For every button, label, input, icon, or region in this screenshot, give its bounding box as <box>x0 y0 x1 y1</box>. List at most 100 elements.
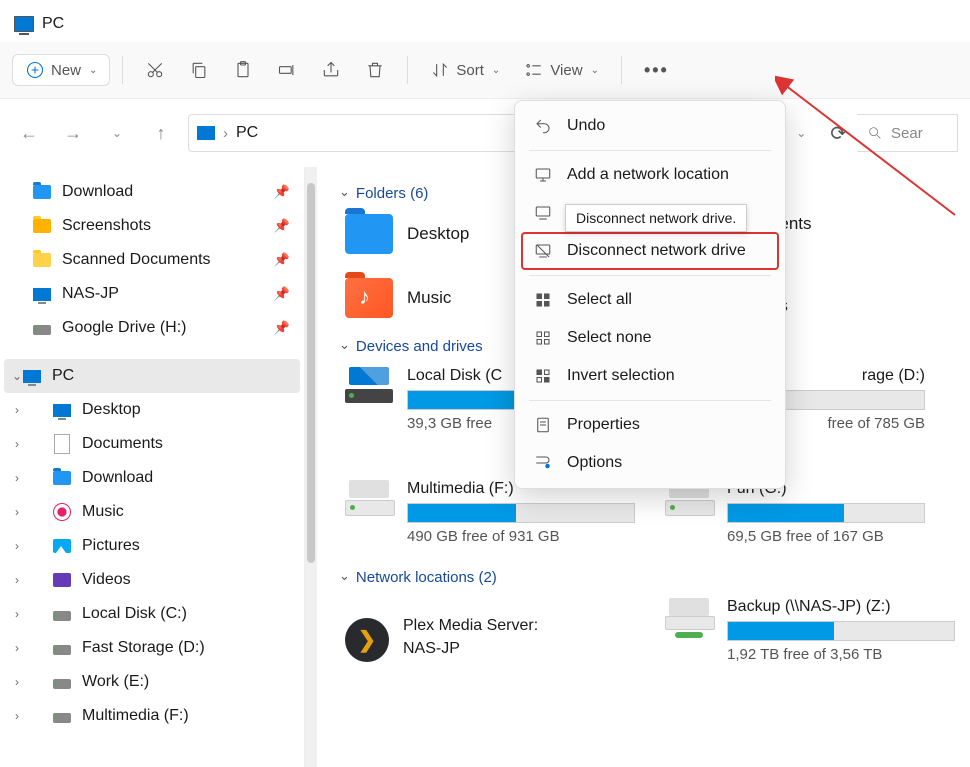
menu-label: Select none <box>567 329 652 347</box>
sidebar-item-pictures[interactable]: ›Pictures <box>4 529 300 563</box>
menu-label: Undo <box>567 117 605 135</box>
menu-disconnect-network-drive[interactable]: Disconnect network drive <box>521 232 779 270</box>
monitor-plus-icon <box>533 165 553 185</box>
properties-icon <box>533 415 553 435</box>
menu-select-all[interactable]: Select all <box>521 281 779 319</box>
search-box[interactable]: Sear <box>857 114 958 152</box>
paste-button[interactable] <box>223 54 263 86</box>
group-network[interactable]: Network locations (2) <box>339 569 962 586</box>
sidebar-item-label: Download <box>82 469 153 487</box>
more-icon: ••• <box>644 60 669 81</box>
chevron-right-icon[interactable]: › <box>10 641 24 655</box>
rename-button[interactable] <box>267 54 307 86</box>
nav-history-button[interactable]: ⌄ <box>100 126 134 140</box>
sidebar-item-label: Fast Storage (D:) <box>82 639 205 657</box>
nav-forward-button[interactable]: → <box>56 123 90 144</box>
more-button[interactable]: ••• <box>634 54 679 87</box>
plus-circle-icon <box>25 60 45 80</box>
chevron-right-icon[interactable]: › <box>10 403 24 417</box>
chevron-down-icon[interactable]: ⌄ <box>10 369 24 383</box>
sidebar-item-documents[interactable]: ›Documents <box>4 427 300 461</box>
drive-free-text: 490 GB free of 931 GB <box>407 528 635 545</box>
pin-icon: 📌 <box>274 320 290 336</box>
chevron-right-icon[interactable]: › <box>10 675 24 689</box>
invert-selection-icon <box>533 366 553 386</box>
drive-icon <box>53 611 71 621</box>
chevron-right-icon[interactable]: › <box>10 437 24 451</box>
sidebar-item-google-drive[interactable]: Google Drive (H:)📌 <box>4 311 300 345</box>
trash-icon <box>365 60 385 80</box>
folder-music[interactable]: Music <box>345 278 469 318</box>
menu-invert-selection[interactable]: Invert selection <box>521 357 779 395</box>
address-row: ← → ⌄ ↑ › PC ⌄ ⟳ Sear <box>0 98 970 167</box>
drive-icon <box>33 325 51 335</box>
pictures-icon <box>53 539 71 553</box>
cut-button[interactable] <box>135 54 175 86</box>
nav-up-button[interactable]: ↑ <box>144 123 178 144</box>
new-button[interactable]: New ⌄ <box>12 54 110 86</box>
sidebar-item-multimedia-f[interactable]: ›Multimedia (F:) <box>4 699 300 733</box>
select-all-icon <box>533 290 553 310</box>
sidebar-item-nas-jp[interactable]: NAS-JP📌 <box>4 277 300 311</box>
sidebar-item-desktop[interactable]: ›Desktop <box>4 393 300 427</box>
chevron-right-icon[interactable]: › <box>10 505 24 519</box>
refresh-button[interactable]: ⟳ <box>830 121 847 146</box>
pin-icon: 📌 <box>274 218 290 234</box>
chevron-right-icon[interactable]: › <box>10 573 24 587</box>
chevron-right-icon[interactable]: › <box>10 471 24 485</box>
chevron-right-icon[interactable]: › <box>10 709 24 723</box>
drive-multimedia-f[interactable]: Multimedia (F:)490 GB free of 931 GB <box>345 480 635 545</box>
sidebar-item-local-disk-c[interactable]: › Local Disk (C:) <box>4 597 300 631</box>
network-backup-z[interactable]: Backup (\\NAS-JP) (Z:)1,92 TB free of 3,… <box>665 598 955 663</box>
chevron-right-icon[interactable]: › <box>10 539 24 553</box>
sidebar-item-scanned-documents[interactable]: Scanned Documents📌 <box>4 243 300 277</box>
sidebar-item-screenshots[interactable]: Screenshots📌 <box>4 209 300 243</box>
menu-options[interactable]: Options <box>521 444 779 482</box>
sidebar-item-work-e[interactable]: › Work (E:) <box>4 665 300 699</box>
view-button[interactable]: View ⌄ <box>514 54 609 86</box>
nav-back-button[interactable]: ← <box>12 123 46 144</box>
network-name-line1: Plex Media Server: <box>403 617 538 635</box>
music-folder-icon <box>345 278 393 318</box>
body: Download📌 Screenshots📌 Scanned Documents… <box>0 167 970 767</box>
delete-button[interactable] <box>355 54 395 86</box>
title-bar: PC <box>0 0 970 42</box>
sidebar-item-download[interactable]: Download📌 <box>4 175 300 209</box>
pin-icon: 📌 <box>274 252 290 268</box>
scrollbar-thumb[interactable] <box>307 183 315 563</box>
network-drive-icon <box>533 203 553 223</box>
menu-label: Disconnect network drive <box>567 242 746 260</box>
folder-desktop[interactable]: Desktop <box>345 214 469 254</box>
scrollbar[interactable] <box>305 167 317 767</box>
menu-properties[interactable]: Properties <box>521 406 779 444</box>
drive-fun-g[interactable]: Fun (G:)69,5 GB free of 167 GB <box>665 480 925 545</box>
drive-icon <box>53 713 71 723</box>
search-icon <box>867 125 883 141</box>
disconnect-icon <box>533 241 553 261</box>
music-icon <box>53 503 71 521</box>
sidebar-item-videos[interactable]: › Videos <box>4 563 300 597</box>
menu-undo[interactable]: Undo <box>521 107 779 145</box>
breadcrumb-location[interactable]: PC <box>236 124 258 142</box>
sidebar-item-pc[interactable]: ⌄PC <box>4 359 300 393</box>
sidebar-item-label: Local Disk (C:) <box>82 605 187 623</box>
sort-button[interactable]: Sort ⌄ <box>420 54 510 86</box>
share-button[interactable] <box>311 54 351 86</box>
menu-select-none[interactable]: Select none <box>521 319 779 357</box>
address-dropdown[interactable]: ⌄ <box>784 126 818 140</box>
network-plex[interactable]: Plex Media Server:NAS-JP <box>345 598 635 681</box>
copy-button[interactable] <box>179 54 219 86</box>
storage-bar <box>727 621 955 641</box>
sidebar-item-download-pc[interactable]: › Download <box>4 461 300 495</box>
sidebar-item-label: Work (E:) <box>82 673 149 691</box>
sidebar-item-fast-storage-d[interactable]: › Fast Storage (D:) <box>4 631 300 665</box>
view-icon <box>524 60 544 80</box>
chevron-right-icon[interactable]: › <box>10 607 24 621</box>
menu-label: Properties <box>567 416 640 434</box>
drive-icon <box>53 679 71 689</box>
menu-add-network-location[interactable]: Add a network location <box>521 156 779 194</box>
sidebar-item-music[interactable]: ›Music <box>4 495 300 529</box>
sidebar-item-label: Videos <box>82 571 131 589</box>
search-placeholder: Sear <box>891 125 923 142</box>
drive-icon <box>53 645 71 655</box>
